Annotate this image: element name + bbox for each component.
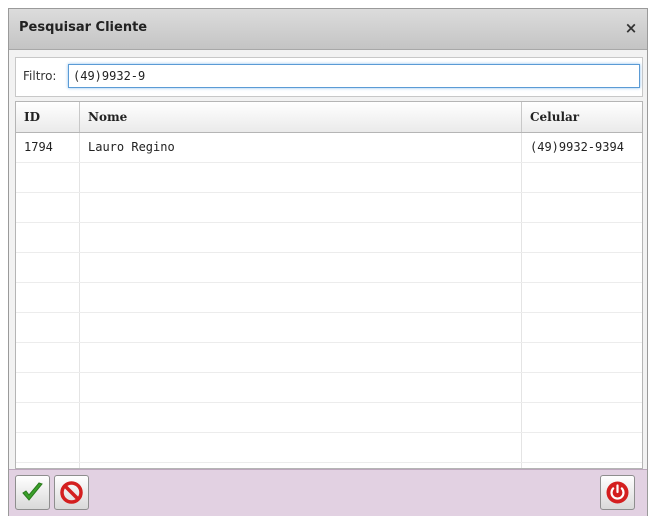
empty-row xyxy=(16,403,642,433)
client-grid: ID Nome Celular 1794 Lauro Regino (49)99… xyxy=(15,101,643,469)
empty-row xyxy=(16,163,642,193)
empty-row xyxy=(16,433,642,463)
filter-input[interactable] xyxy=(68,64,640,88)
empty-row xyxy=(16,253,642,283)
empty-row xyxy=(16,193,642,223)
exit-button[interactable] xyxy=(600,475,635,510)
power-icon xyxy=(606,481,629,504)
confirm-button[interactable] xyxy=(15,475,50,510)
no-entry-icon xyxy=(60,481,83,504)
dialog-footer xyxy=(9,469,647,516)
table-row[interactable]: 1794 Lauro Regino (49)9932-9394 xyxy=(16,133,642,163)
cell-nome: Lauro Regino xyxy=(80,133,522,162)
filter-label: Filtro: xyxy=(23,69,57,83)
cell-celular: (49)9932-9394 xyxy=(530,140,624,154)
column-header-nome[interactable]: Nome xyxy=(80,102,522,132)
empty-row xyxy=(16,373,642,403)
filter-panel: Filtro: xyxy=(15,57,643,97)
column-header-id[interactable]: ID xyxy=(16,102,80,132)
empty-row xyxy=(16,313,642,343)
empty-row xyxy=(16,223,642,253)
search-client-dialog: Pesquisar Cliente × Filtro: ID Nome Celu… xyxy=(8,8,648,516)
close-icon[interactable]: × xyxy=(621,18,641,38)
empty-row xyxy=(16,283,642,313)
dialog-title: Pesquisar Cliente xyxy=(19,20,148,35)
cancel-button[interactable] xyxy=(54,475,89,510)
empty-row xyxy=(16,343,642,373)
dialog-titlebar: Pesquisar Cliente × xyxy=(9,9,647,50)
grid-header: ID Nome Celular xyxy=(16,102,642,133)
checkmark-icon xyxy=(22,482,43,501)
column-header-celular[interactable]: Celular xyxy=(522,102,642,132)
cell-id: 1794 xyxy=(16,133,80,162)
